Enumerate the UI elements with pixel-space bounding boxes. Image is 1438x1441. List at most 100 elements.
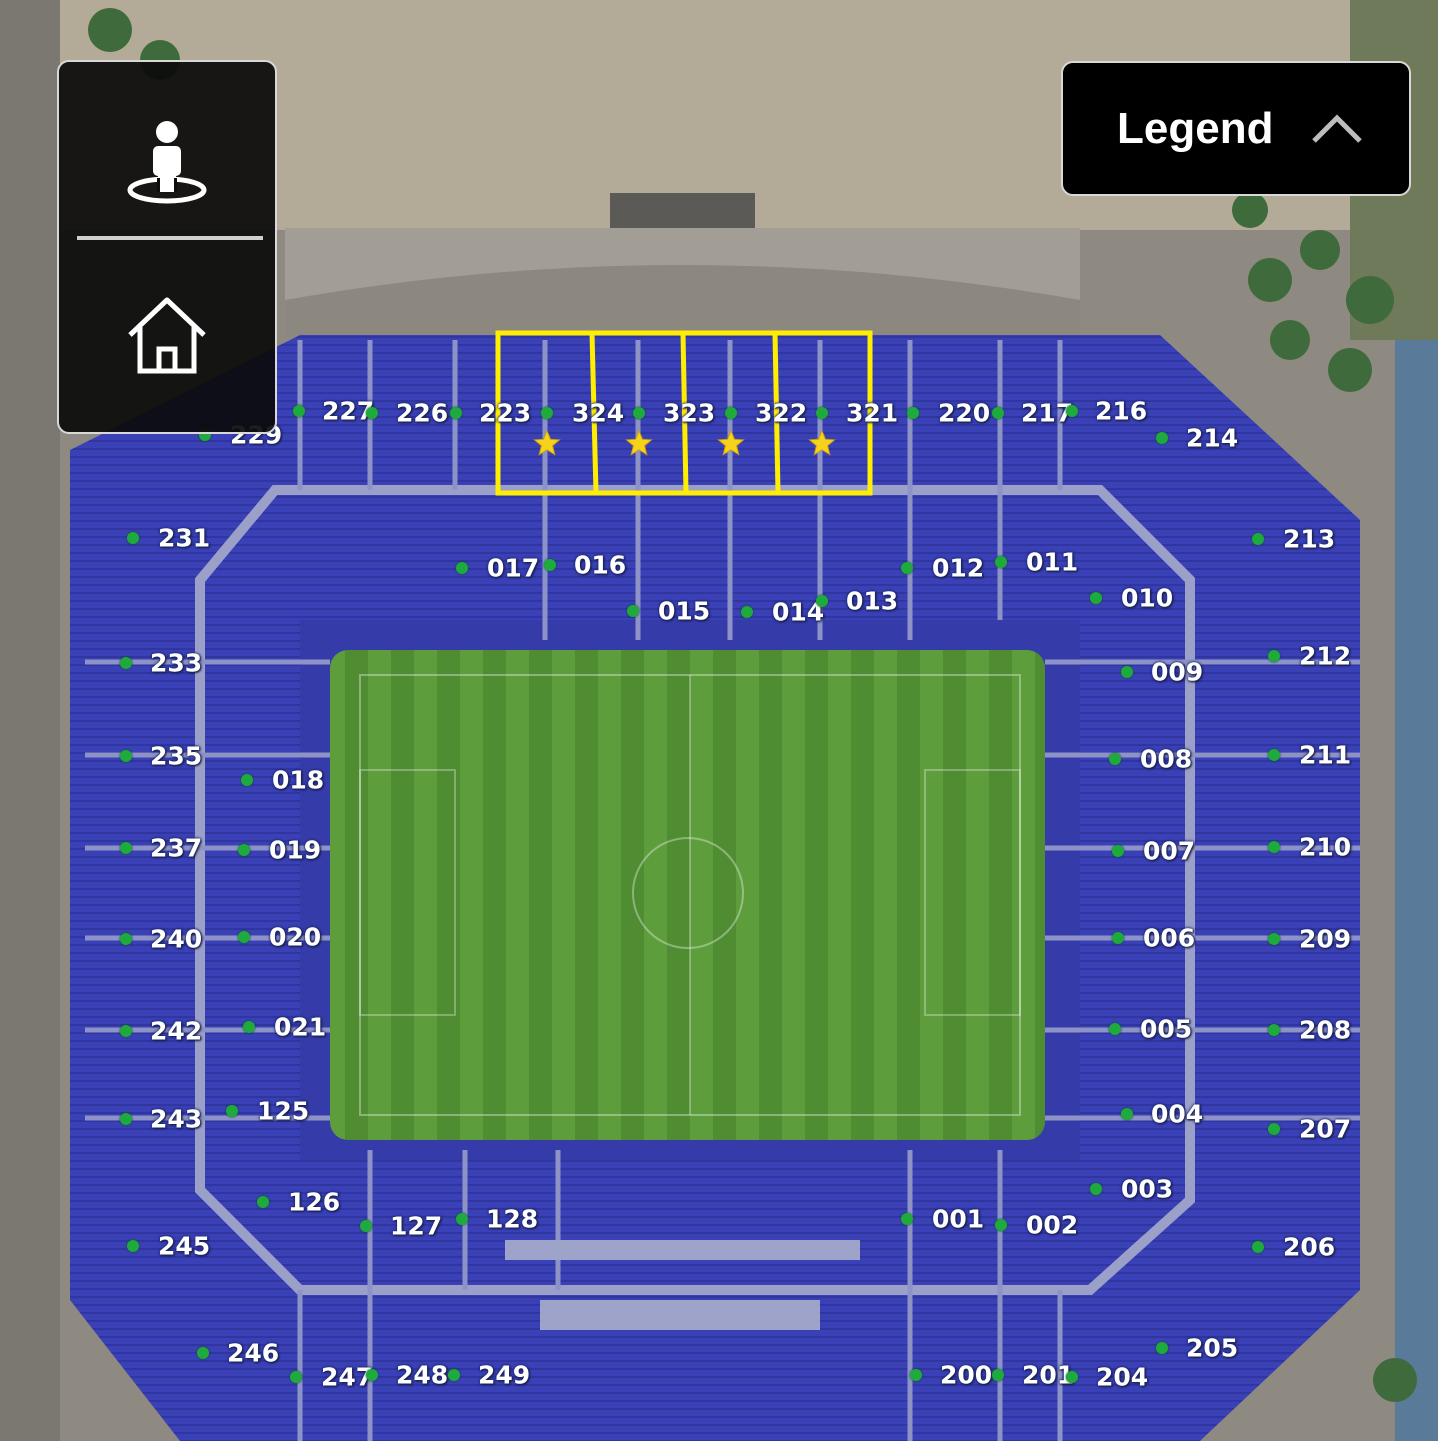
stadium-map[interactable]: 229 227 226 223 324 323 322 321 220 217 216 214 231 0… (0, 0, 1438, 1441)
section-marker-dot (360, 1220, 372, 1232)
section-marker-dot (541, 407, 553, 419)
section-label-245[interactable]: 245 (158, 1234, 210, 1259)
section-label-006[interactable]: 006 (1143, 926, 1195, 951)
section-marker-dot (257, 1196, 269, 1208)
section-marker-dot (120, 933, 132, 945)
section-label-205[interactable]: 205 (1186, 1336, 1238, 1361)
section-label-206[interactable]: 206 (1283, 1235, 1335, 1260)
section-marker-dot (816, 407, 828, 419)
section-label-204[interactable]: 204 (1096, 1365, 1148, 1390)
star-icon[interactable] (533, 429, 561, 457)
section-label-226[interactable]: 226 (396, 401, 448, 426)
section-marker-dot (627, 605, 639, 617)
section-marker-dot (901, 562, 913, 574)
section-label-231[interactable]: 231 (158, 526, 210, 551)
section-label-243[interactable]: 243 (150, 1107, 202, 1132)
section-marker-dot (1156, 432, 1168, 444)
section-label-016[interactable]: 016 (574, 553, 626, 578)
section-marker-dot (1252, 533, 1264, 545)
section-label-214[interactable]: 214 (1186, 426, 1238, 451)
section-label-212[interactable]: 212 (1299, 644, 1351, 669)
section-marker-dot (1109, 1023, 1121, 1035)
section-label-013[interactable]: 013 (846, 589, 898, 614)
section-marker-dot (127, 1240, 139, 1252)
section-marker-dot (1268, 1123, 1280, 1135)
section-label-017[interactable]: 017 (487, 556, 539, 581)
section-label-018[interactable]: 018 (272, 768, 324, 793)
section-label-213[interactable]: 213 (1283, 527, 1335, 552)
section-label-223[interactable]: 223 (479, 401, 531, 426)
section-label-019[interactable]: 019 (269, 838, 321, 863)
section-label-010[interactable]: 010 (1121, 586, 1173, 611)
home-icon (128, 297, 206, 374)
section-marker-dot (995, 556, 1007, 568)
section-label-233[interactable]: 233 (150, 651, 202, 676)
section-label-210[interactable]: 210 (1299, 835, 1351, 860)
section-label-240[interactable]: 240 (150, 927, 202, 952)
section-marker-dot (456, 1213, 468, 1225)
section-label-321[interactable]: 321 (846, 401, 898, 426)
section-marker-dot (120, 1025, 132, 1037)
section-label-015[interactable]: 015 (658, 599, 710, 624)
section-label-246[interactable]: 246 (227, 1341, 279, 1366)
section-marker-dot (1268, 841, 1280, 853)
section-label-021[interactable]: 021 (274, 1015, 326, 1040)
legend-toggle-button[interactable]: Legend (1061, 61, 1411, 196)
section-marker-dot (366, 407, 378, 419)
map-controls (57, 60, 277, 434)
section-label-242[interactable]: 242 (150, 1019, 202, 1044)
section-label-125[interactable]: 125 (257, 1099, 309, 1124)
section-label-009[interactable]: 009 (1151, 660, 1203, 685)
section-label-002[interactable]: 002 (1026, 1213, 1078, 1238)
section-marker-dot (544, 559, 556, 571)
section-marker-dot (120, 1113, 132, 1125)
section-marker-dot (456, 562, 468, 574)
section-label-235[interactable]: 235 (150, 744, 202, 769)
section-label-003[interactable]: 003 (1121, 1177, 1173, 1202)
section-label-322[interactable]: 322 (755, 401, 807, 426)
view-from-seat-button[interactable] (59, 92, 275, 232)
section-marker-dot (366, 1369, 378, 1381)
section-label-200[interactable]: 200 (940, 1363, 992, 1388)
section-label-323[interactable]: 323 (663, 401, 715, 426)
section-label-216[interactable]: 216 (1095, 399, 1147, 424)
section-label-020[interactable]: 020 (269, 925, 321, 950)
section-marker-dot (816, 595, 828, 607)
section-label-237[interactable]: 237 (150, 836, 202, 861)
section-marker-dot (226, 1105, 238, 1117)
section-label-207[interactable]: 207 (1299, 1117, 1351, 1142)
section-label-127[interactable]: 127 (390, 1214, 442, 1239)
section-label-004[interactable]: 004 (1151, 1102, 1203, 1127)
section-marker-dot (633, 407, 645, 419)
section-marker-dot (741, 606, 753, 618)
section-label-008[interactable]: 008 (1140, 747, 1192, 772)
section-label-324[interactable]: 324 (572, 401, 624, 426)
section-label-128[interactable]: 128 (486, 1207, 538, 1232)
star-icon[interactable] (808, 429, 836, 457)
section-label-005[interactable]: 005 (1140, 1017, 1192, 1042)
section-label-208[interactable]: 208 (1299, 1018, 1351, 1043)
section-marker-dot (1090, 1183, 1102, 1195)
section-label-011[interactable]: 011 (1026, 550, 1078, 575)
section-label-209[interactable]: 209 (1299, 927, 1351, 952)
section-marker-dot (1109, 753, 1121, 765)
section-label-249[interactable]: 249 (478, 1363, 530, 1388)
section-label-211[interactable]: 211 (1299, 743, 1351, 768)
star-icon[interactable] (717, 429, 745, 457)
section-label-248[interactable]: 248 (396, 1363, 448, 1388)
star-icon[interactable] (625, 429, 653, 457)
section-label-126[interactable]: 126 (288, 1190, 340, 1215)
section-label-007[interactable]: 007 (1143, 839, 1195, 864)
section-label-001[interactable]: 001 (932, 1207, 984, 1232)
section-marker-dot (1268, 749, 1280, 761)
home-button[interactable] (59, 260, 275, 410)
section-marker-dot (907, 407, 919, 419)
section-marker-dot (992, 1369, 1004, 1381)
section-label-220[interactable]: 220 (938, 401, 990, 426)
section-label-012[interactable]: 012 (932, 556, 984, 581)
section-marker-dot (1252, 1241, 1264, 1253)
section-marker-dot (910, 1369, 922, 1381)
section-marker-dot (238, 844, 250, 856)
section-marker-dot (120, 657, 132, 669)
legend-label: Legend (1117, 103, 1274, 153)
